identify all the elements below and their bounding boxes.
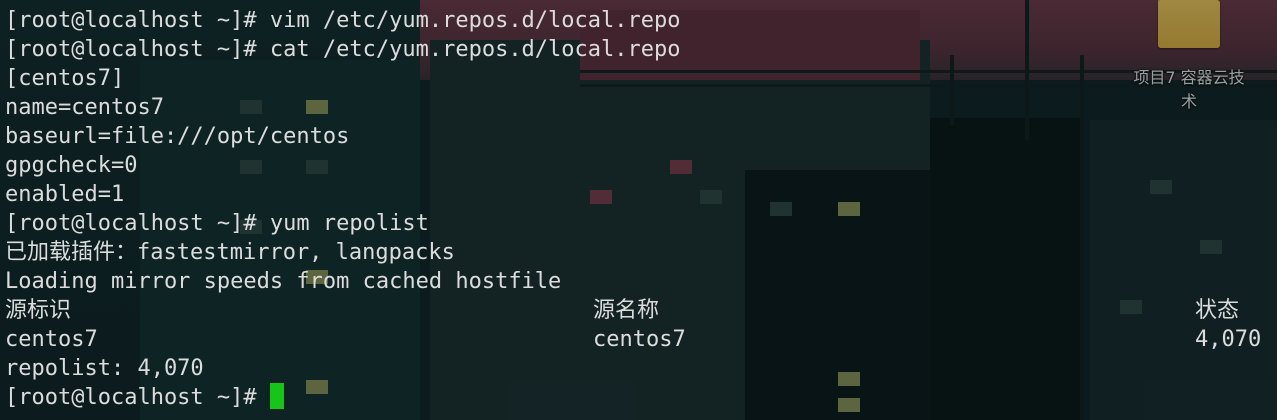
terminal-line: enabled=1 [5, 182, 125, 207]
repo-table-cell-id: centos7 [5, 327, 98, 352]
terminal-cursor [269, 383, 284, 409]
terminal-line: [root@localhost ~]# vim /etc/yum.repos.d… [5, 8, 681, 33]
terminal-prompt: [root@localhost ~]# [5, 385, 270, 410]
terminal-line: 已加载插件：fastestmirror, langpacks [5, 240, 455, 265]
terminal-line: [centos7] [5, 66, 125, 91]
terminal-window[interactable]: [root@localhost ~]# vim /etc/yum.repos.d… [0, 0, 1277, 420]
terminal-line: Loading mirror speeds from cached hostfi… [5, 269, 562, 294]
repo-table-header-id: 源标识 [5, 298, 72, 323]
repolist-summary: repolist: 4,070 [5, 356, 204, 381]
repo-table-header-status: 状态 [1195, 298, 1240, 323]
repo-table-cell-status: 4,070 [1195, 327, 1262, 352]
terminal-line: name=centos7 [5, 95, 164, 120]
terminal-line: [root@localhost ~]# yum repolist [5, 211, 429, 236]
terminal-line: gpgcheck=0 [5, 153, 138, 178]
terminal-prompt-line[interactable]: [root@localhost ~]# [5, 383, 284, 412]
repo-table-cell-name: centos7 [593, 327, 686, 352]
repo-table-header-name: 源名称 [593, 298, 660, 323]
terminal-line: baseurl=file:///opt/centos [5, 124, 350, 149]
desktop-screen: 项目7 容器云技术 [root@localhost ~]# vim /etc/y… [0, 0, 1277, 420]
terminal-line: [root@localhost ~]# cat /etc/yum.repos.d… [5, 37, 681, 62]
